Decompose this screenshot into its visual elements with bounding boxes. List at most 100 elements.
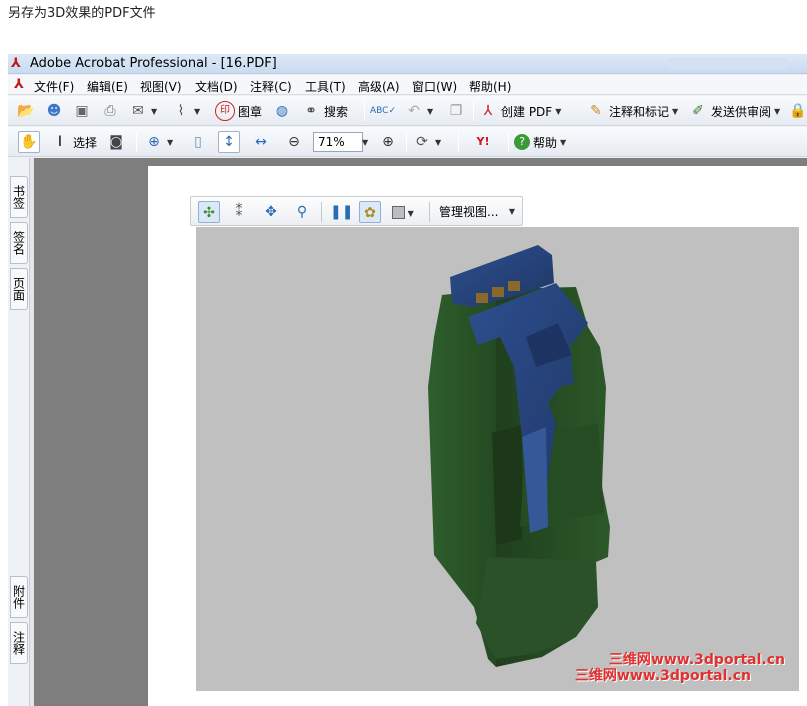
open-button[interactable]: 📂 <box>16 100 36 122</box>
search-button[interactable]: ⚭ 搜索 <box>301 100 348 122</box>
document-icon[interactable]: ⅄ <box>14 77 24 92</box>
model-contact-2 <box>492 287 504 297</box>
email-icon: ✉ <box>132 103 144 119</box>
search-globe-icon: ◍ <box>275 103 289 119</box>
tab-comments[interactable]: 注释 <box>10 622 28 664</box>
yahoo-button[interactable]: Y! <box>466 131 500 153</box>
copy-button[interactable]: ❐ <box>446 100 466 122</box>
send-review-label: 发送供审阅 <box>711 104 772 119</box>
rotate-button[interactable]: ⟳ ▼ <box>412 131 441 153</box>
menu-edit[interactable]: 编辑(E) <box>87 78 128 95</box>
comment-button[interactable]: ✎ 注释和标记 ▼ <box>586 100 678 122</box>
fit-height-icon: ↕ <box>223 134 235 150</box>
title-bar: ⅄ Adobe Acrobat Professional - [16.PDF] <box>8 54 807 74</box>
create-pdf-icon: ⅄ <box>483 103 493 119</box>
help-label: 帮助 <box>533 135 558 150</box>
model-contact-1 <box>476 293 488 303</box>
print-button[interactable]: ⎙ <box>100 100 120 122</box>
walk-button[interactable]: ⁑ <box>228 201 250 223</box>
menu-bar: ⅄ 文件(F) 编辑(E) 视图(V) 文档(D) 注释(C) 工具(T) 高级… <box>8 75 807 95</box>
zoom-out-plus-icon: ⊕ <box>382 134 394 150</box>
create-pdf-label: 创建 PDF <box>501 104 553 119</box>
walk-icon: ⁑ <box>235 204 243 220</box>
3d-model-render <box>428 245 610 667</box>
zoom3d-button[interactable]: ⚲ <box>291 201 313 223</box>
fit-width-button[interactable]: ↔ <box>251 131 271 153</box>
spellcheck-button[interactable]: ABC✓ <box>370 100 396 122</box>
pan3d-button[interactable]: ✥ <box>260 201 282 223</box>
window-title: Adobe Acrobat Professional - [16.PDF] <box>30 56 277 71</box>
menu-comments[interactable]: 注释(C) <box>250 78 292 95</box>
main-toolbar: 📂 ☻ ▣ ⎙ ✉ ▼ ⌇ ▼ 印图章 ◍ ⚭ 搜索 ABC✓ ↶ ▼ ❐ ⅄ 创建 PD… <box>8 96 807 126</box>
acrobat-logo-icon: ⅄ <box>11 56 21 71</box>
snapshot-button[interactable]: ◙ <box>106 131 126 153</box>
organizer-button[interactable]: ☻ <box>44 100 64 122</box>
zoom-dropdown[interactable]: ▼ <box>362 131 368 153</box>
open-icon: 📂 <box>17 103 35 119</box>
tab-bookmarks[interactable]: 书签 <box>10 176 28 218</box>
menu-tools[interactable]: 工具(T) <box>305 78 346 95</box>
view-toolbar: ✋ I 选择 ◙ ⊕ ▼ ▯ ↕ ↔ ⊖ 71% ▼ ⊕ ⟳ ▼ Y! ? 帮助 ▼ <box>8 127 807 157</box>
review-icon: ✐ <box>692 103 704 119</box>
undo-button[interactable]: ↶ ▼ <box>404 100 433 122</box>
comment-label: 注释和标记 <box>609 104 670 119</box>
tab-pages[interactable]: 页面 <box>10 268 28 310</box>
menu-view[interactable]: 视图(V) <box>140 78 182 95</box>
yahoo-icon: Y! <box>476 135 490 148</box>
select-tool-button[interactable]: I 选择 <box>50 131 97 153</box>
stamp-icon: 印 <box>215 101 235 121</box>
bg-color-button[interactable]: ▼ <box>387 201 419 223</box>
watermark-2: 三维网www.3dportal.cn <box>574 668 751 684</box>
zoom-input[interactable]: 71% <box>313 132 363 152</box>
help-icon: ? <box>514 134 530 150</box>
lock-button[interactable]: 🔒 <box>788 100 807 122</box>
menu-help[interactable]: 帮助(H) <box>469 78 511 95</box>
create-pdf-button[interactable]: ⅄ 创建 PDF ▼ <box>478 100 562 122</box>
3d-toolbar: ✣ ⁑ ✥ ⚲ ❚❚ ✿ ▼ 管理视图... ▼ <box>190 196 523 226</box>
send-review-button[interactable]: ✐ 发送供审阅 ▼ <box>688 100 780 122</box>
email-button[interactable]: ✉ ▼ <box>128 100 157 122</box>
manage-views-label: 管理视图... <box>439 205 499 219</box>
menu-window[interactable]: 窗口(W) <box>412 78 457 95</box>
actual-size-button[interactable]: ▯ <box>188 131 208 153</box>
menu-document[interactable]: 文档(D) <box>195 78 238 95</box>
save-icon: ▣ <box>75 103 89 119</box>
print-icon: ⎙ <box>104 103 116 119</box>
bg-color-icon <box>392 205 406 219</box>
lighting-button[interactable]: ✿ <box>359 201 381 223</box>
hand-tool-button[interactable]: ✋ <box>18 131 40 153</box>
zoom-out-button[interactable]: ⊖ <box>284 131 304 153</box>
menu-advanced[interactable]: 高级(A) <box>358 78 400 95</box>
spellcheck-icon: ABC✓ <box>370 106 396 116</box>
attach-icon: ⌇ <box>177 103 185 119</box>
pan3d-icon: ✥ <box>265 204 277 220</box>
model-recess <box>492 425 522 545</box>
fit-page-button[interactable]: ↕ <box>218 131 240 153</box>
undo-icon: ↶ <box>408 103 420 119</box>
pause-button[interactable]: ❚❚ <box>330 201 354 223</box>
lighting-icon: ✿ <box>364 205 376 221</box>
rotate3d-button[interactable]: ✣ <box>198 201 220 223</box>
stamp-button[interactable]: 印图章 <box>215 100 262 122</box>
zoom-in-button[interactable]: ⊕ ▼ <box>144 131 173 153</box>
save-button[interactable]: ▣ <box>72 100 92 122</box>
attach-button[interactable]: ⌇ ▼ <box>171 100 201 122</box>
zoom-in-plus-button[interactable]: ⊕ <box>378 131 398 153</box>
fit-width-icon: ↔ <box>255 134 267 150</box>
help-button[interactable]: ? 帮助 ▼ <box>514 131 566 153</box>
comment-icon: ✎ <box>590 103 602 119</box>
organizer-icon: ☻ <box>46 103 62 119</box>
pause-icon: ❚❚ <box>330 204 354 220</box>
page-caption: 另存为3D效果的PDF文件 <box>8 6 156 21</box>
3d-canvas[interactable]: 三维网www.3dportal.cn 三维网www.3dportal.cn <box>196 227 799 691</box>
tab-signatures[interactable]: 签名 <box>10 222 28 264</box>
binoculars-icon: ⚭ <box>305 103 317 119</box>
zoom-in-icon: ⊕ <box>148 134 160 150</box>
menu-file[interactable]: 文件(F) <box>34 78 74 95</box>
search-globe-button[interactable]: ◍ <box>272 100 292 122</box>
zoom-out-minus-icon: ⊖ <box>288 134 300 150</box>
manage-views-select[interactable]: 管理视图... ▼ <box>435 201 519 222</box>
tab-attachments[interactable]: 附件 <box>10 576 28 618</box>
titlebar-controls[interactable] <box>667 58 787 69</box>
page-icon: ▯ <box>194 134 202 150</box>
